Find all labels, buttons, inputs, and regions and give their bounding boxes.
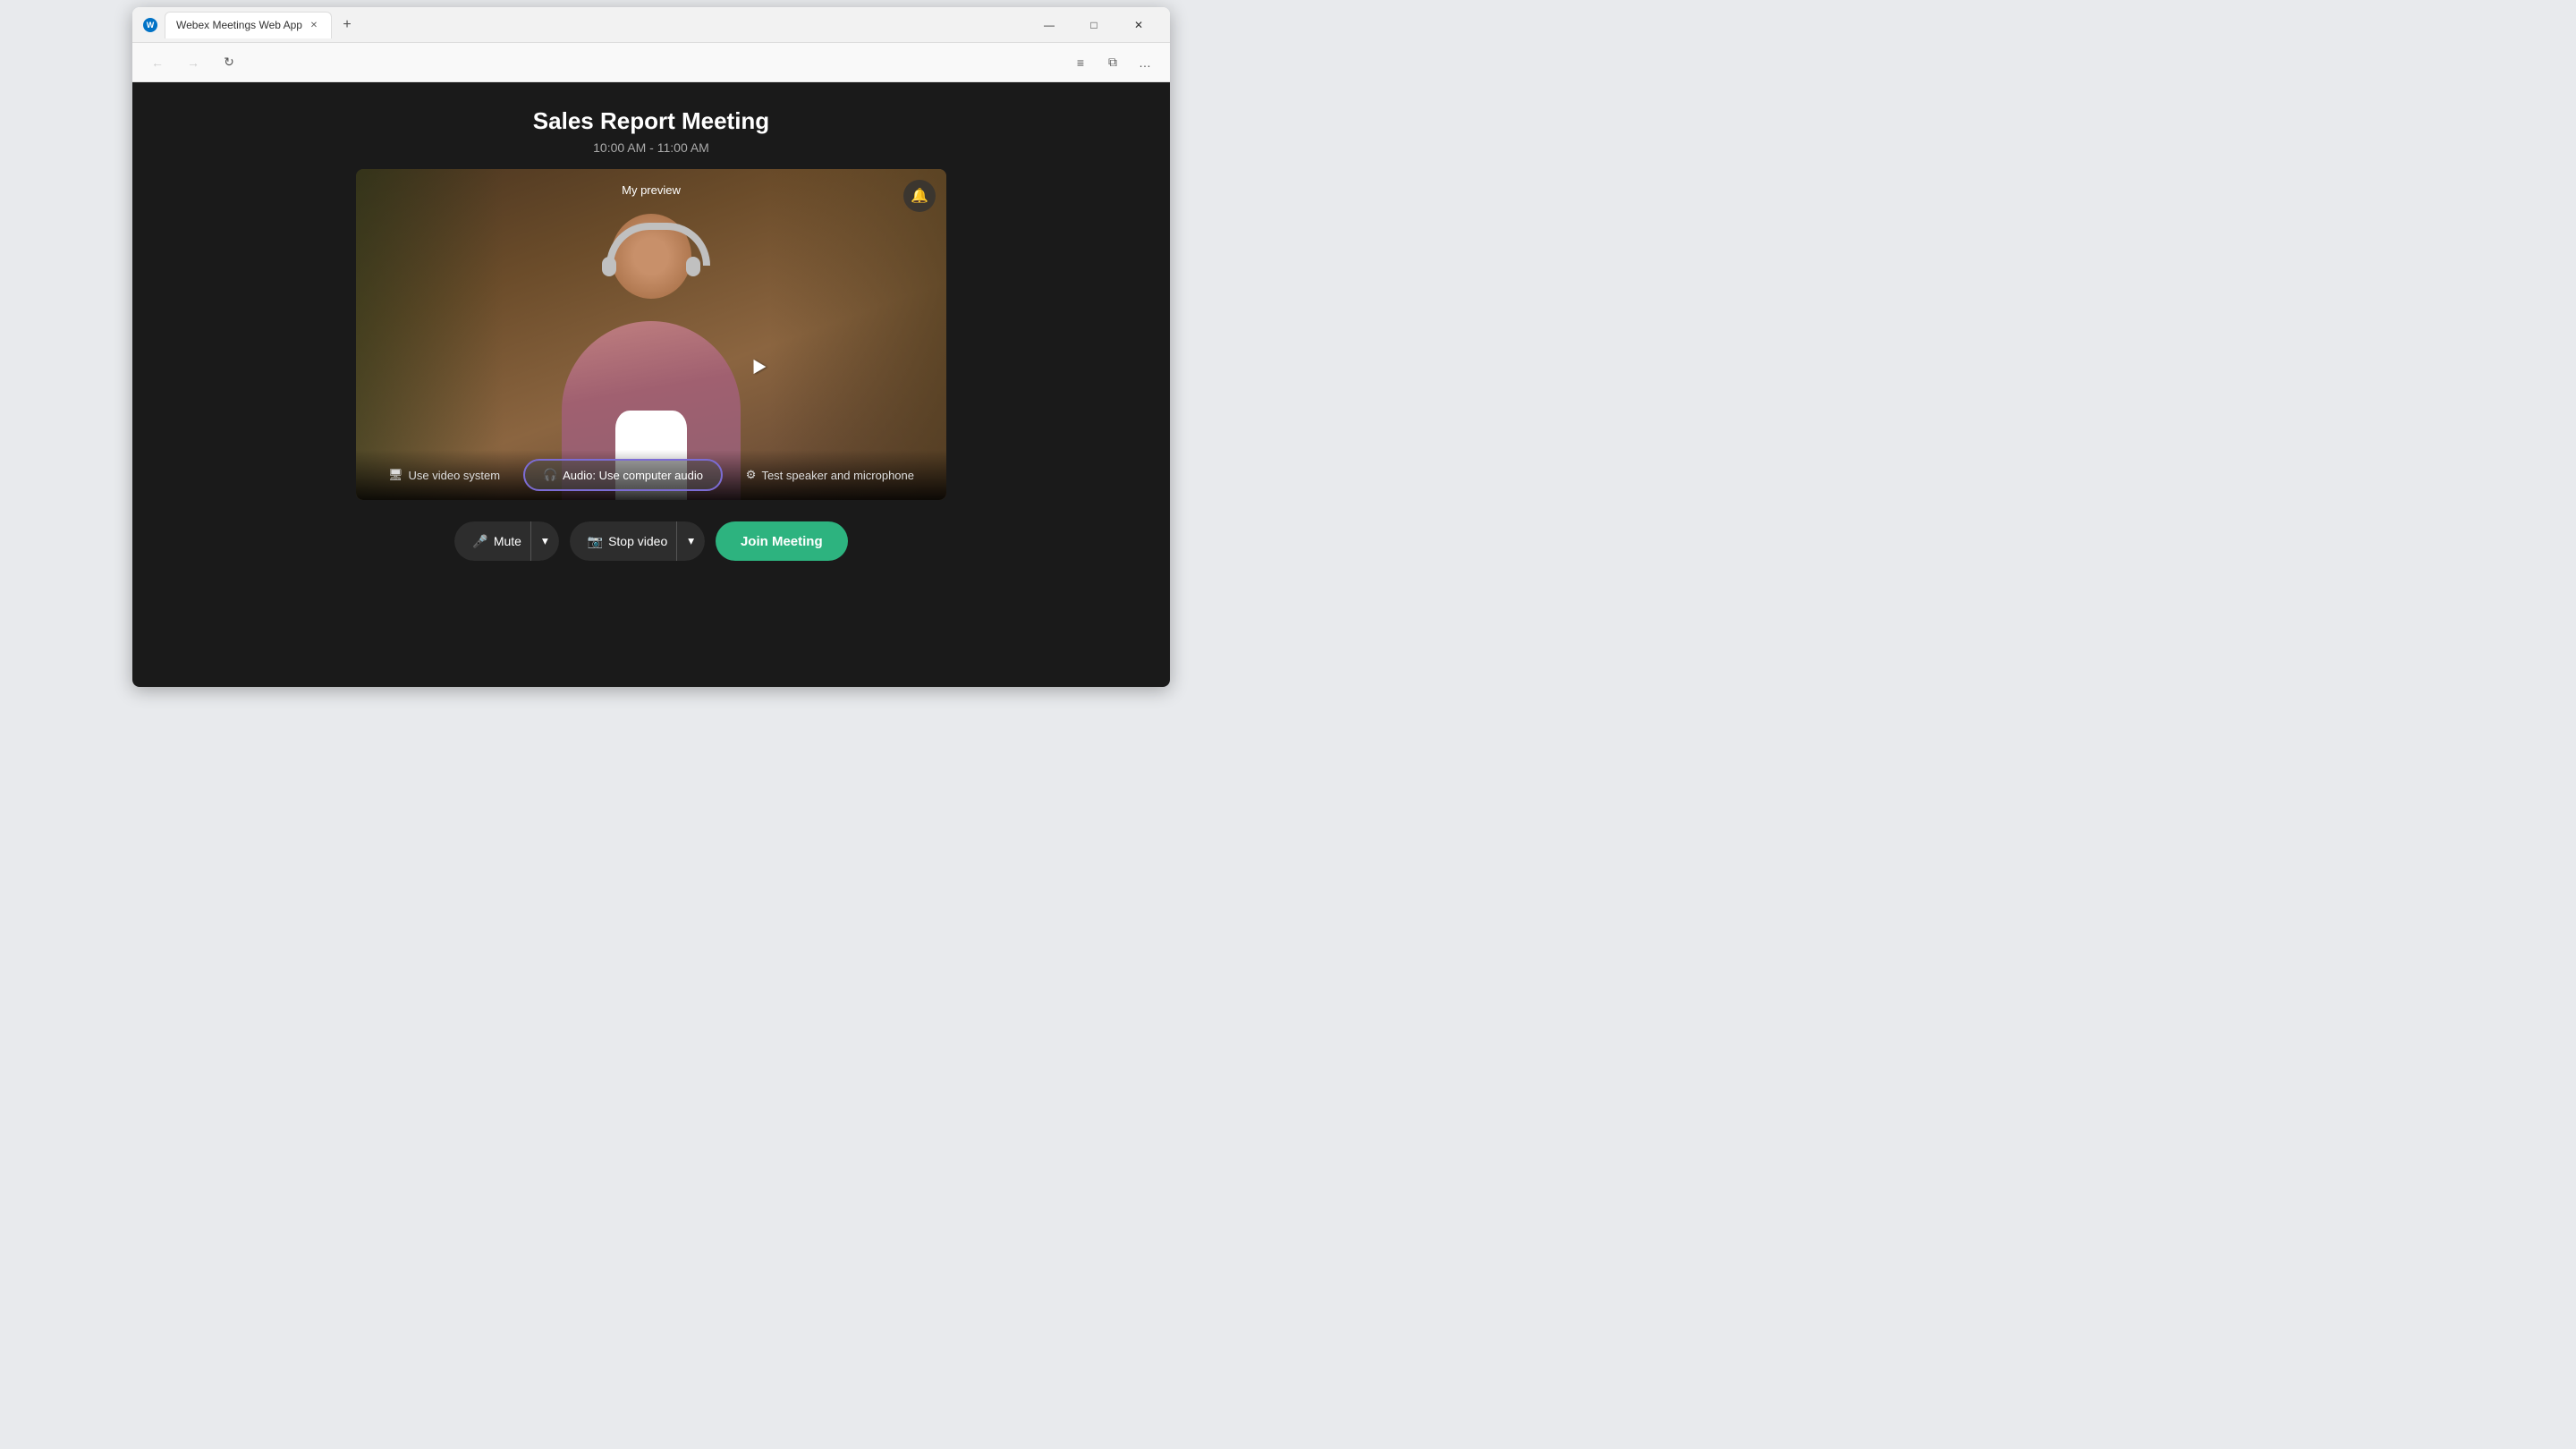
bottom-controls: 🎤 Mute ▾ 📷 Stop video ▾ Join Meeting <box>454 500 847 582</box>
mic-indicator[interactable]: 🔔 <box>903 180 936 212</box>
new-tab-button[interactable]: + <box>335 13 359 37</box>
stop-video-button[interactable]: 📷 Stop video <box>570 521 677 561</box>
nav-action-buttons: ≡ ⧉ … <box>1066 48 1159 77</box>
tab-close-button[interactable]: ✕ <box>308 19 320 31</box>
close-button[interactable]: ✕ <box>1118 12 1159 38</box>
stop-video-button-group: 📷 Stop video ▾ <box>570 521 705 561</box>
person-head <box>611 214 691 299</box>
video-system-icon: 🖥 <box>388 468 403 482</box>
meeting-title: Sales Report Meeting <box>533 107 769 135</box>
meeting-time: 10:00 AM - 11:00 AM <box>533 140 769 155</box>
refresh-button[interactable]: ↻ <box>215 48 243 77</box>
video-dropdown-button[interactable]: ▾ <box>676 521 705 561</box>
video-chevron-icon: ▾ <box>688 534 694 548</box>
tab-area: Webex Meetings Web App ✕ + <box>165 12 1021 38</box>
cursor-arrow-icon <box>748 356 767 374</box>
tab-title: Webex Meetings Web App <box>176 19 302 31</box>
stop-video-label: Stop video <box>608 534 667 548</box>
test-speaker-label: Test speaker and microphone <box>761 469 914 482</box>
join-meeting-button[interactable]: Join Meeting <box>716 521 848 561</box>
mute-button[interactable]: 🎤 Mute <box>454 521 530 561</box>
browser-window: W Webex Meetings Web App ✕ + — □ ✕ ← → ↻… <box>132 7 1170 687</box>
window-controls: — □ ✕ <box>1029 12 1159 38</box>
headphones <box>602 223 700 276</box>
more-options-button[interactable]: … <box>1131 48 1159 77</box>
use-video-system-label: Use video system <box>409 469 501 482</box>
audio-button-label: Audio: Use computer audio <box>563 469 703 482</box>
meeting-header: Sales Report Meeting 10:00 AM - 11:00 AM <box>533 82 769 169</box>
mouse-cursor <box>750 359 767 377</box>
maximize-button[interactable]: □ <box>1073 12 1114 38</box>
back-button[interactable]: ← <box>143 48 172 77</box>
mute-button-group: 🎤 Mute ▾ <box>454 521 558 561</box>
video-bottom-bar: 🖥 Use video system 🎧 Audio: Use computer… <box>356 450 946 500</box>
audio-icon: 🎧 <box>543 468 557 482</box>
forward-button[interactable]: → <box>179 48 208 77</box>
browser-favicon: W <box>143 18 157 32</box>
preview-label: My preview <box>622 183 681 197</box>
minimize-button[interactable]: — <box>1029 12 1070 38</box>
audio-computer-button[interactable]: 🎧 Audio: Use computer audio <box>523 459 723 491</box>
webex-app-content: Sales Report Meeting 10:00 AM - 11:00 AM <box>132 82 1170 687</box>
test-speaker-button[interactable]: ⚙ Test speaker and microphone <box>739 464 921 486</box>
video-preview-container: My preview 🔔 🖥 Use video system 🎧 Audio:… <box>356 169 946 500</box>
mute-chevron-icon: ▾ <box>542 534 548 548</box>
mute-dropdown-button[interactable]: ▾ <box>530 521 559 561</box>
split-view-button[interactable]: ⧉ <box>1098 48 1127 77</box>
use-video-system-button[interactable]: 🖥 Use video system <box>381 464 507 486</box>
title-bar: W Webex Meetings Web App ✕ + — □ ✕ <box>132 7 1170 43</box>
nav-bar: ← → ↻ ≡ ⧉ … <box>132 43 1170 82</box>
camera-icon: 📷 <box>588 534 603 549</box>
active-tab[interactable]: Webex Meetings Web App ✕ <box>165 12 332 38</box>
speaker-icon: ⚙ <box>746 468 757 482</box>
mute-label: Mute <box>494 534 521 548</box>
mic-icon: 🎤 <box>472 534 487 549</box>
sidebar-toggle-button[interactable]: ≡ <box>1066 48 1095 77</box>
